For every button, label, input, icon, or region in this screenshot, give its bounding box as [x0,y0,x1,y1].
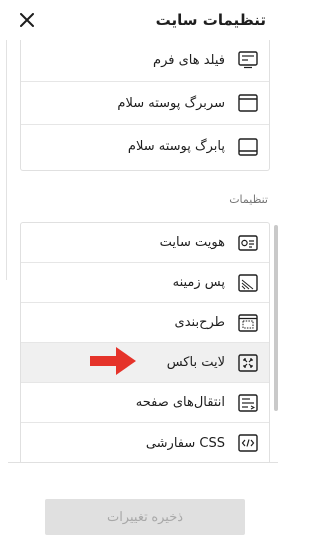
layout-icon [237,312,259,334]
panel-header: تنظیمات سایت [8,0,278,40]
top-group-card: فیلد های فرم سربرگ پوسته سلام پابرگ پوست… [20,40,270,171]
menu-item-page-transitions[interactable]: انتقال‌های صفحه [21,383,269,423]
close-button[interactable] [16,9,38,31]
footer-icon [237,136,259,158]
menu-item-custom-css[interactable]: CSS سفارشی [21,423,269,462]
menu-item-site-identity[interactable]: هویت سایت [21,223,269,263]
close-icon [20,13,34,27]
menu-item-label: پابرگ پوسته سلام [127,139,225,154]
form-fields-icon [237,49,259,71]
settings-scroll-area[interactable]: فیلد های فرم سربرگ پوسته سلام پابرگ پوست… [8,40,278,462]
custom-css-icon [237,432,259,454]
page-transitions-icon [237,392,259,414]
panel-title: تنظیمات سایت [155,11,266,29]
menu-item-form-fields[interactable]: فیلد های فرم [21,40,269,82]
menu-item-label: پس زمینه [172,275,225,290]
menu-item-label: CSS سفارشی [145,435,225,451]
menu-item-layout[interactable]: طرح‌بندی [21,303,269,343]
settings-group-card: هویت سایت پس زمینه طرح‌بندی لایت باکس [20,222,270,462]
section-heading-settings: تنظیمات [229,193,268,206]
menu-item-label: فیلد های فرم [153,52,225,68]
left-divider [6,40,7,280]
scrollbar[interactable] [274,225,278,411]
menu-item-lightbox[interactable]: لایت باکس [21,343,269,383]
site-settings-panel: تنظیمات سایت فیلد های فرم سربرگ پوسته سل… [8,0,278,551]
menu-item-label: طرح‌بندی [174,315,225,330]
background-icon [237,272,259,294]
menu-item-header[interactable]: سربرگ پوسته سلام [21,82,269,125]
menu-item-label: لایت باکس [166,355,225,370]
menu-item-label: سربرگ پوسته سلام [117,95,225,111]
menu-item-label: هویت سایت [159,235,225,250]
save-changes-button[interactable]: ذخیره تغییرات [45,499,245,535]
lightbox-icon [237,352,259,374]
menu-item-background[interactable]: پس زمینه [21,263,269,303]
menu-item-label: انتقال‌های صفحه [135,395,225,410]
menu-item-footer[interactable]: پابرگ پوسته سلام [21,125,269,168]
id-card-icon [237,232,259,254]
panel-footer: ذخیره تغییرات [8,462,278,551]
red-arrow-annotation [90,347,136,375]
header-icon [237,92,259,114]
